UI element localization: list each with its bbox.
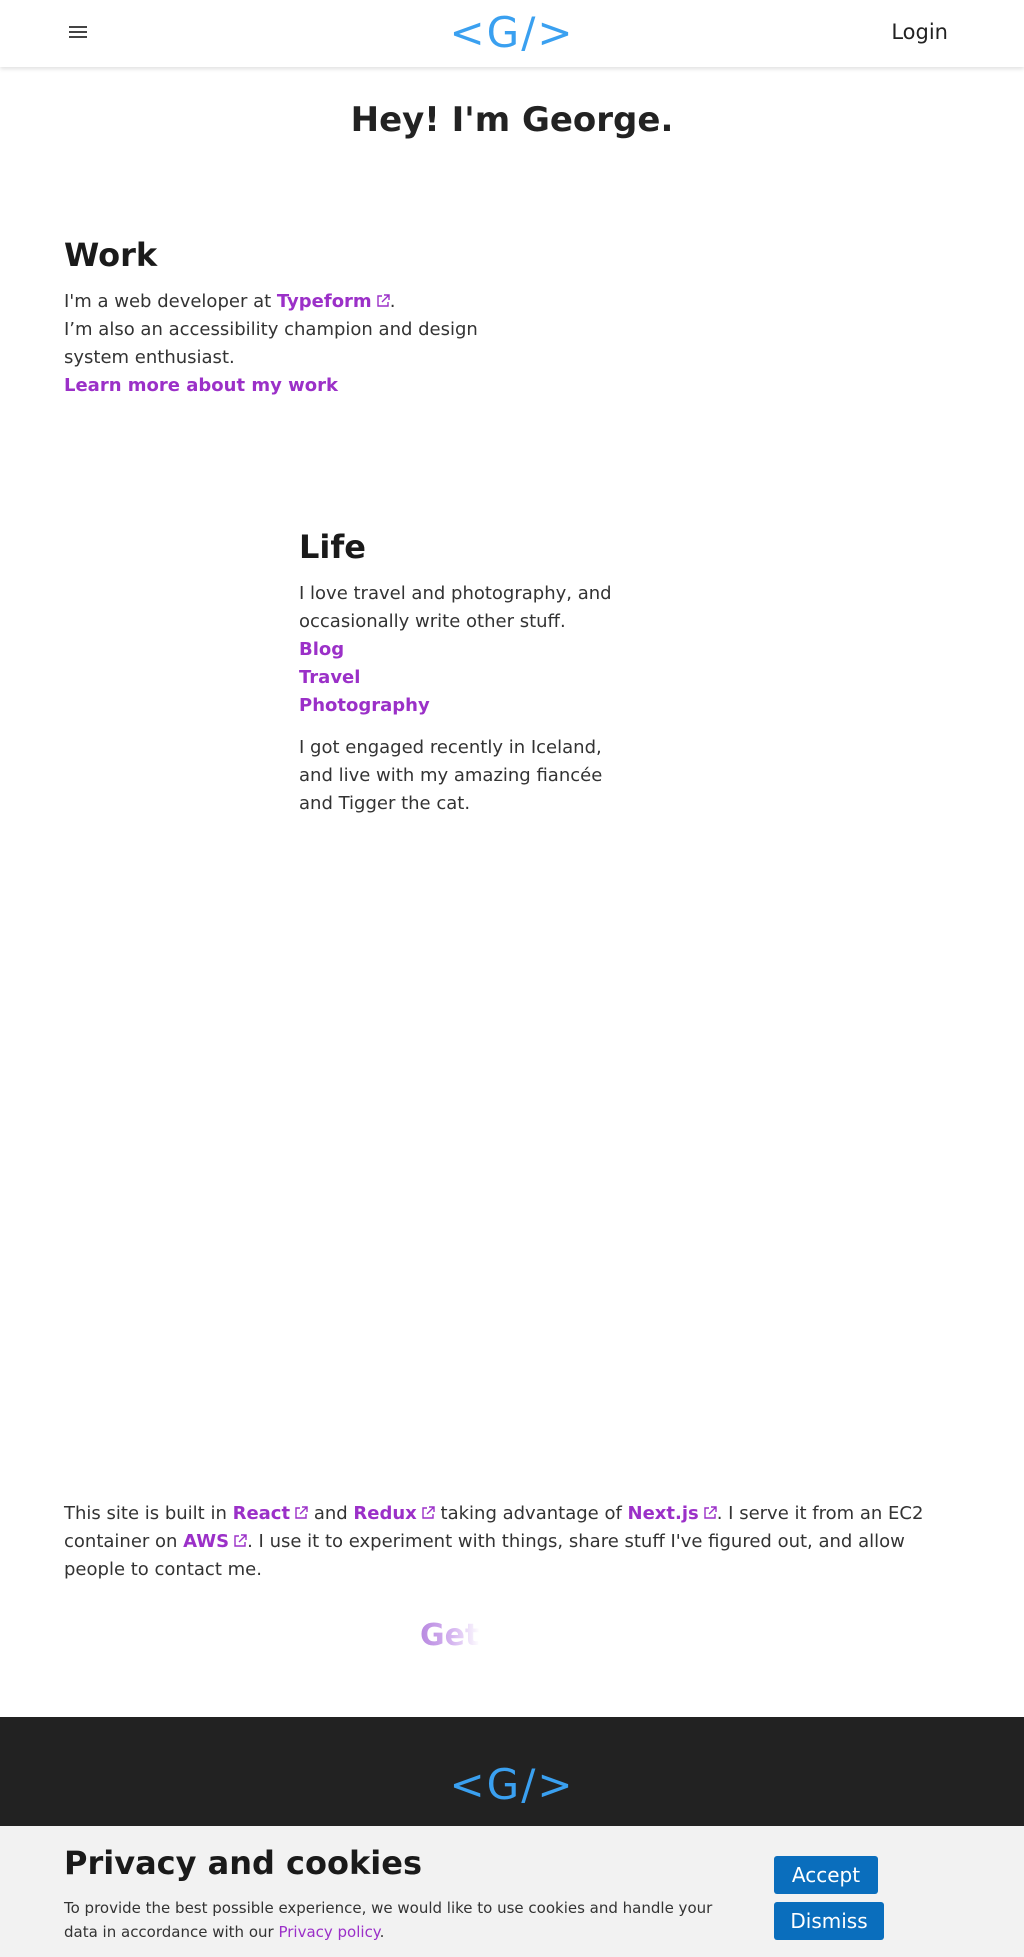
life-engaged-text: I got engaged recently in Iceland, and l… — [299, 737, 603, 814]
cookie-banner: Privacy and cookies To provide the best … — [0, 1826, 1024, 1957]
redux-link-label: Redux — [353, 1503, 417, 1524]
work-heading: Work — [64, 236, 158, 274]
get-in-touch-heading: Get i — [420, 1618, 501, 1653]
nextjs-link[interactable]: Next.js — [628, 1503, 717, 1524]
external-link-icon — [422, 1506, 435, 1519]
external-link-icon — [295, 1506, 308, 1519]
site-header: <G/> Login — [0, 0, 1024, 67]
work-text: I'm a web developer at Typeform. I’m als… — [64, 288, 524, 400]
life-links: Blog Travel Photography — [299, 636, 639, 720]
typeform-link-label: Typeform — [276, 291, 372, 312]
accept-button[interactable]: Accept — [774, 1856, 878, 1894]
cookie-text-prefix: To provide the best possible experience,… — [64, 1899, 713, 1941]
built-text-1: This site is built in — [64, 1503, 233, 1524]
work-text-line2: I’m also an accessibility champion and d… — [64, 319, 478, 368]
external-link-icon — [704, 1506, 717, 1519]
blog-link[interactable]: Blog — [299, 636, 639, 664]
cookie-text-suffix: . — [379, 1923, 385, 1941]
work-section: Work I'm a web developer at Typeform. I’… — [64, 236, 524, 400]
nextjs-link-label: Next.js — [627, 1503, 699, 1524]
privacy-policy-link[interactable]: Privacy policy — [278, 1923, 379, 1941]
built-text-2: and — [308, 1503, 354, 1524]
redux-link[interactable]: Redux — [353, 1503, 435, 1524]
site-logo[interactable]: <G/> — [0, 8, 1024, 58]
travel-link[interactable]: Travel — [299, 664, 639, 692]
built-with-text: This site is built in React and Redux ta… — [64, 1500, 964, 1584]
cookie-text: To provide the best possible experience,… — [64, 1896, 744, 1944]
life-heading: Life — [299, 528, 366, 566]
dismiss-button[interactable]: Dismiss — [774, 1902, 884, 1940]
work-text-suffix: . — [389, 291, 396, 312]
external-link-icon — [234, 1534, 247, 1547]
aws-link[interactable]: AWS — [183, 1531, 247, 1552]
react-link[interactable]: React — [233, 1503, 309, 1524]
login-link[interactable]: Login — [891, 20, 948, 44]
cookie-title: Privacy and cookies — [64, 1844, 422, 1882]
page-title: Hey! I'm George. — [350, 100, 674, 140]
learn-more-link[interactable]: Learn more about my work — [64, 375, 338, 396]
footer-logo[interactable]: <G/> — [0, 1760, 1024, 1810]
typeform-link[interactable]: Typeform — [277, 291, 390, 312]
aws-link-label: AWS — [183, 1531, 230, 1552]
external-link-icon — [377, 294, 390, 307]
built-text-3: taking advantage of — [434, 1503, 628, 1524]
react-link-label: React — [232, 1503, 291, 1524]
work-text-prefix: I'm a web developer at — [64, 291, 277, 312]
photography-link[interactable]: Photography — [299, 692, 639, 720]
life-intro: I love travel and photography, and occas… — [299, 583, 612, 632]
life-section: Life I love travel and photography, and … — [299, 528, 639, 818]
